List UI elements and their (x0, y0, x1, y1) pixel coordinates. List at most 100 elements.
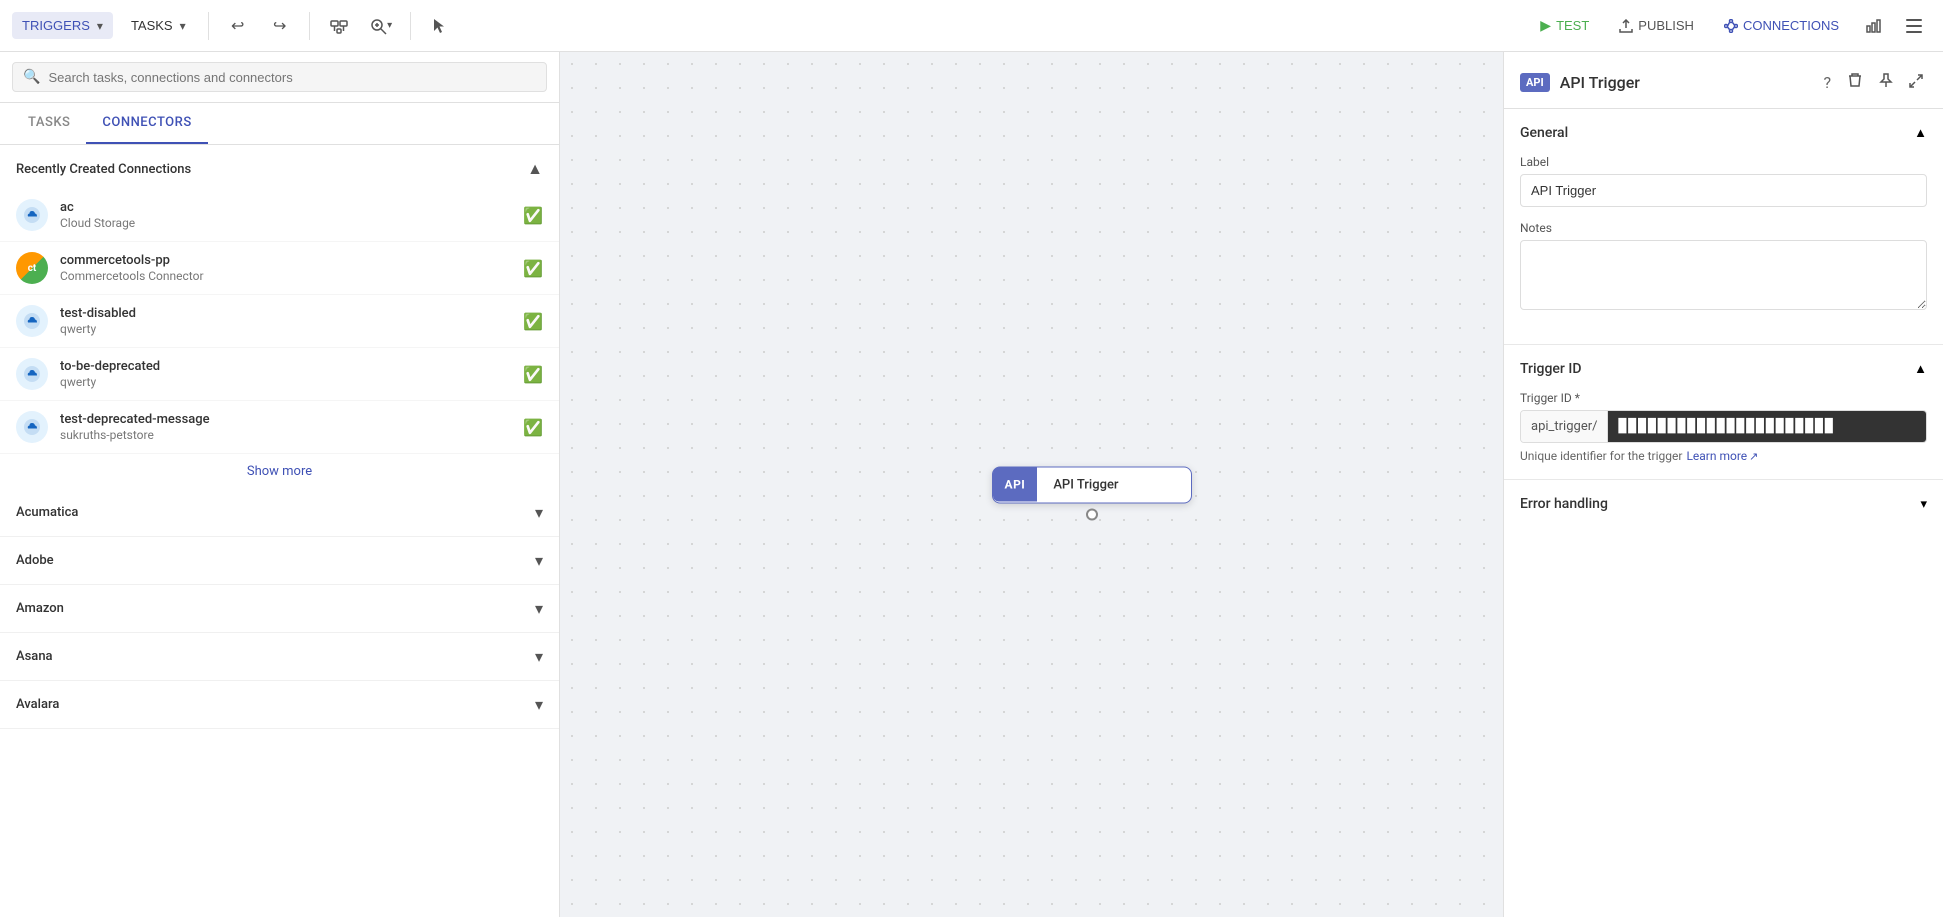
category-avalara: Avalara ▾ (0, 681, 559, 729)
category-avalara-title: Avalara (16, 697, 59, 712)
learn-more-link[interactable]: Learn more ↗ (1686, 449, 1758, 463)
recently-created-header[interactable]: Recently Created Connections ▲ (0, 145, 559, 189)
trigger-id-help-text: Unique identifier for the trigger (1520, 449, 1682, 463)
api-trigger-badge: API (993, 468, 1038, 502)
error-handling-section: Error handling ▾ (1504, 480, 1943, 528)
list-item[interactable]: to-be-deprecated qwerty ✅ (0, 348, 559, 401)
trigger-id-section: Trigger ID ▲ Trigger ID * api_trigger/ █… (1504, 345, 1943, 480)
list-item[interactable]: ct commercetools-pp Commercetools Connec… (0, 242, 559, 295)
list-item[interactable]: test-disabled qwerty ✅ (0, 295, 559, 348)
api-badge: API (1520, 73, 1550, 92)
trigger-id-title: Trigger ID (1520, 361, 1581, 377)
test-label: TEST (1556, 18, 1589, 33)
category-asana: Asana ▾ (0, 633, 559, 681)
redo-button[interactable]: ↪ (263, 9, 297, 43)
category-amazon-header[interactable]: Amazon ▾ (0, 585, 559, 632)
general-section: General ▲ Label Notes (1504, 109, 1943, 345)
trigger-id-header[interactable]: Trigger ID ▲ (1520, 361, 1927, 377)
connections-button[interactable]: CONNECTIONS (1712, 12, 1851, 39)
menu-button[interactable] (1897, 9, 1931, 43)
connection-info: ac Cloud Storage (60, 200, 511, 230)
connection-name: commercetools-pp (60, 253, 511, 268)
publish-button[interactable]: PUBLISH (1607, 12, 1706, 39)
label-input[interactable] (1520, 174, 1927, 207)
trigger-id-field-label: Trigger ID * (1520, 391, 1927, 405)
connection-icon (16, 411, 48, 443)
trigger-id-value-container: api_trigger/ ██████████████████████ (1520, 410, 1927, 443)
right-panel: API API Trigger ? (1503, 52, 1943, 917)
analytics-button[interactable] (1857, 9, 1891, 43)
test-button[interactable]: ▶ TEST (1528, 11, 1601, 40)
api-trigger-node[interactable]: API API Trigger (992, 466, 1192, 503)
search-icon: 🔍 (23, 69, 40, 85)
tasks-button[interactable]: TASKS ▾ (121, 12, 196, 39)
general-section-title: General (1520, 125, 1568, 141)
delete-icon[interactable] (1843, 68, 1867, 96)
connection-info: commercetools-pp Commercetools Connector (60, 253, 511, 283)
tab-connectors[interactable]: CONNECTORS (86, 103, 207, 144)
layout-button[interactable] (322, 9, 356, 43)
category-adobe-chevron-icon: ▾ (535, 551, 543, 570)
sidebar-content: Recently Created Connections ▲ ac Cloud … (0, 145, 559, 917)
expand-icon[interactable] (1905, 69, 1927, 96)
connection-icon (16, 199, 48, 231)
tabs-row: TASKS CONNECTORS (0, 103, 559, 145)
error-handling-header[interactable]: Error handling ▾ (1520, 496, 1927, 512)
connection-status-icon: ✅ (523, 418, 543, 437)
connection-status-icon: ✅ (523, 312, 543, 331)
category-avalara-header[interactable]: Avalara ▾ (0, 681, 559, 728)
connection-name: test-deprecated-message (60, 412, 511, 427)
category-adobe-header[interactable]: Adobe ▾ (0, 537, 559, 584)
toolbar-right: ▶ TEST PUBLISH CONNECTIONS (1528, 9, 1931, 43)
trigger-id-hash: ██████████████████████ (1608, 411, 1926, 442)
connection-sub: qwerty (60, 375, 511, 389)
category-avalara-chevron-icon: ▾ (535, 695, 543, 714)
triggers-button[interactable]: TRIGGERS ▾ (12, 12, 113, 39)
list-item[interactable]: test-deprecated-message sukruths-petstor… (0, 401, 559, 454)
search-input[interactable] (48, 70, 536, 85)
toolbar-divider-1 (208, 12, 209, 40)
trigger-id-prefix: api_trigger/ (1521, 411, 1608, 442)
right-panel-header: API API Trigger ? (1504, 52, 1943, 109)
list-item[interactable]: ac Cloud Storage ✅ (0, 189, 559, 242)
panel-header-actions: ? (1819, 68, 1927, 96)
pin-icon[interactable] (1875, 68, 1897, 96)
publish-label: PUBLISH (1638, 18, 1694, 33)
zoom-button[interactable]: ▾ (364, 9, 398, 43)
category-asana-header[interactable]: Asana ▾ (0, 633, 559, 680)
connection-sub: Cloud Storage (60, 216, 511, 230)
connection-name: test-disabled (60, 306, 511, 321)
category-acumatica: Acumatica ▾ (0, 489, 559, 537)
show-more-link[interactable]: Show more (0, 454, 559, 489)
general-section-header[interactable]: General ▲ (1520, 125, 1927, 141)
help-icon[interactable]: ? (1819, 69, 1835, 96)
trigger-connector-dot (1086, 508, 1098, 520)
connection-icon (16, 358, 48, 390)
connection-sub: qwerty (60, 322, 511, 336)
tab-tasks[interactable]: TASKS (12, 103, 86, 144)
toolbar-divider-3 (410, 12, 411, 40)
connection-name: ac (60, 200, 511, 215)
connection-info: to-be-deprecated qwerty (60, 359, 511, 389)
trigger-id-chevron-icon: ▲ (1914, 361, 1927, 377)
canvas-area: API API Trigger (560, 52, 1503, 917)
api-trigger-label: API Trigger (1037, 467, 1134, 502)
category-acumatica-header[interactable]: Acumatica ▾ (0, 489, 559, 536)
zoom-caret: ▾ (387, 20, 392, 31)
connection-status-icon: ✅ (523, 365, 543, 384)
toolbar-divider-2 (309, 12, 310, 40)
triggers-label: TRIGGERS (22, 18, 90, 33)
notes-textarea[interactable] (1520, 240, 1927, 310)
pointer-button[interactable] (423, 9, 457, 43)
undo-button[interactable]: ↩ (221, 9, 255, 43)
search-box-container: 🔍 (12, 62, 547, 92)
recently-created-chevron-icon: ▲ (527, 159, 543, 179)
main-layout: 🔍 TASKS CONNECTORS Recently Created Conn… (0, 52, 1943, 917)
label-field-label: Label (1520, 155, 1927, 169)
connections-label: CONNECTIONS (1743, 18, 1839, 33)
panel-title: API Trigger (1560, 73, 1810, 92)
connection-status-icon: ✅ (523, 259, 543, 278)
label-field: Label (1520, 155, 1927, 207)
category-asana-chevron-icon: ▾ (535, 647, 543, 666)
category-amazon-title: Amazon (16, 601, 64, 616)
